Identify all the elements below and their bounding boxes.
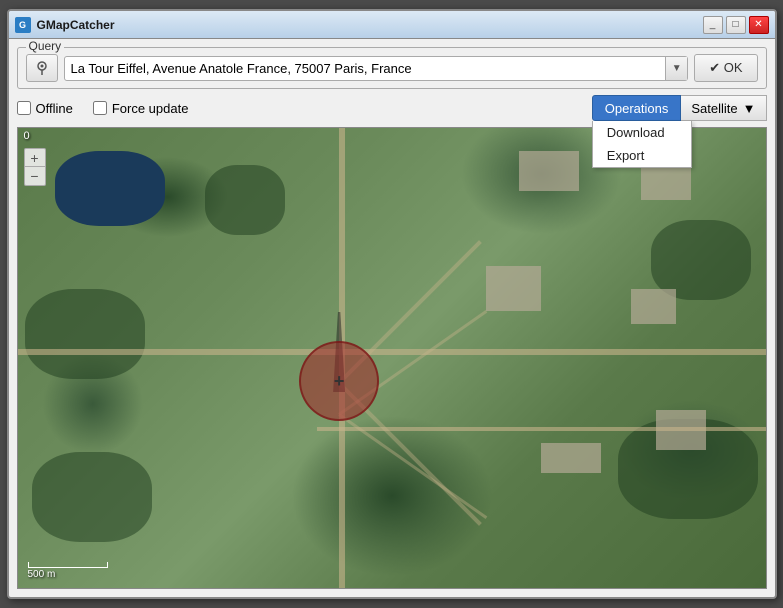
close-button[interactable]: ✕	[749, 16, 769, 34]
map-area[interactable]: + 0 + − 500 m	[17, 127, 767, 589]
force-update-label: Force update	[112, 101, 189, 116]
zoom-label: 0	[24, 130, 30, 142]
satellite-button[interactable]: Satellite ▼	[681, 95, 766, 121]
location-icon-button[interactable]	[26, 54, 58, 82]
query-dropdown-button[interactable]: ▼	[665, 57, 687, 80]
zoom-out-button[interactable]: −	[25, 167, 45, 185]
operations-dropdown-menu: Download Export	[592, 121, 692, 168]
title-buttons: _ □ ✕	[703, 16, 769, 34]
building-3	[486, 266, 541, 311]
building-2	[641, 165, 691, 200]
building-4	[631, 289, 676, 324]
water-body	[55, 151, 165, 226]
trees-left-bottom	[32, 452, 152, 542]
zoom-controls: + −	[24, 148, 46, 186]
zoom-in-button[interactable]: +	[25, 149, 45, 167]
road-horizontal-main	[18, 349, 766, 355]
offline-label: Offline	[36, 101, 73, 116]
ok-button[interactable]: ✔ OK	[694, 54, 757, 82]
query-input-wrapper: ▼	[64, 56, 689, 81]
controls-row: Offline Force update Operations Download…	[17, 95, 767, 121]
scale-line	[28, 562, 108, 568]
download-menu-item[interactable]: Download	[593, 121, 691, 144]
export-menu-item[interactable]: Export	[593, 144, 691, 167]
offline-checkbox[interactable]	[17, 101, 31, 115]
minimize-button[interactable]: _	[703, 16, 723, 34]
map-satellite-view: + 0 + − 500 m	[18, 128, 766, 588]
trees-top-center	[205, 165, 285, 235]
location-icon	[33, 59, 51, 77]
query-input[interactable]	[65, 57, 666, 80]
main-window: G GMapCatcher _ □ ✕ Query	[7, 9, 777, 599]
force-update-checkbox-label[interactable]: Force update	[93, 101, 189, 116]
offline-checkbox-label[interactable]: Offline	[17, 101, 73, 116]
window-title: GMapCatcher	[37, 18, 115, 32]
group-label: Query	[26, 39, 65, 53]
content-area: Query ▼ ✔ OK Offline	[9, 39, 775, 597]
title-bar-left: G GMapCatcher	[15, 17, 115, 33]
maximize-button[interactable]: □	[726, 16, 746, 34]
eiffel-tower-marker: +	[299, 341, 379, 421]
satellite-dropdown-icon: ▼	[743, 101, 756, 116]
operations-button[interactable]: Operations	[592, 95, 682, 121]
operations-container: Operations Download Export	[592, 95, 682, 121]
trees-right-top	[651, 220, 751, 300]
building-1	[519, 151, 579, 191]
query-group: Query ▼ ✔ OK	[17, 47, 767, 89]
scale-bar: 500 m	[28, 562, 108, 580]
marker-cross: +	[334, 372, 345, 390]
scale-text: 500 m	[28, 569, 56, 580]
app-icon: G	[15, 17, 31, 33]
query-row: ▼ ✔ OK	[26, 54, 758, 82]
building-5	[541, 443, 601, 473]
force-update-checkbox[interactable]	[93, 101, 107, 115]
satellite-label: Satellite	[691, 101, 737, 116]
trees-left	[25, 289, 145, 379]
title-bar: G GMapCatcher _ □ ✕	[9, 11, 775, 39]
